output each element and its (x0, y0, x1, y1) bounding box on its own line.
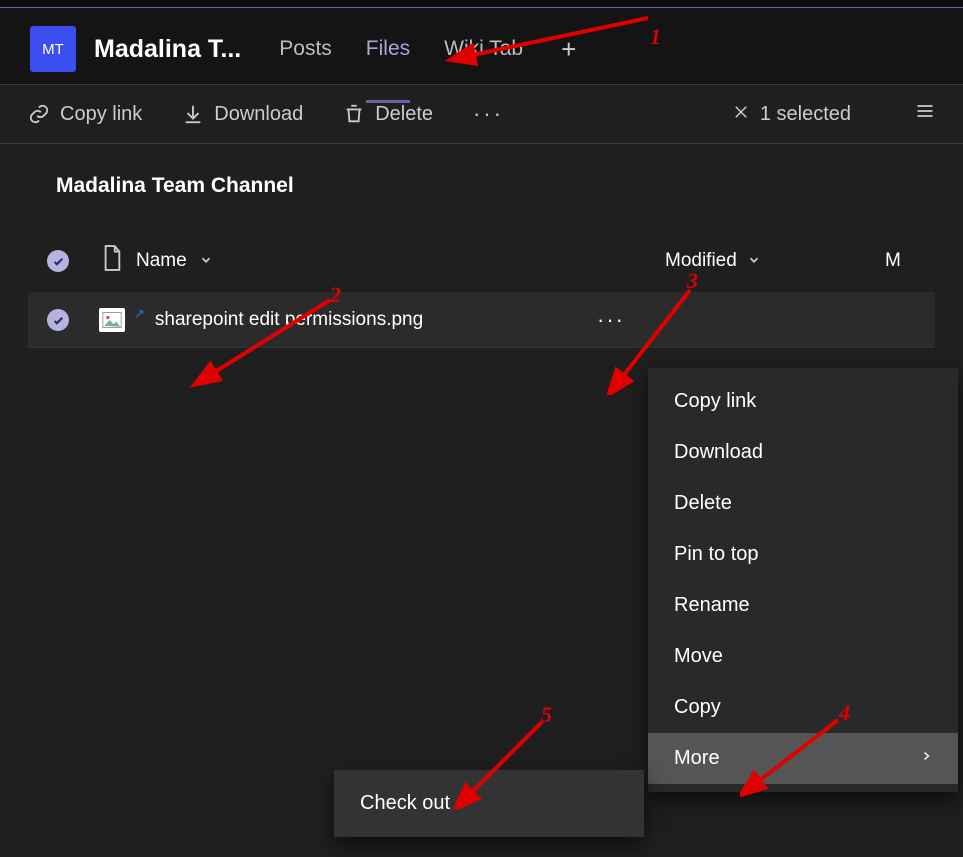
select-all-checkbox[interactable] (47, 250, 69, 272)
tab-files[interactable]: Files (366, 37, 410, 81)
menu-rename[interactable]: Rename (648, 580, 958, 631)
menu-label: Rename (674, 594, 750, 617)
annotation-number-4: 4 (839, 700, 850, 726)
tab-wiki[interactable]: Wiki Tab (444, 37, 523, 81)
menu-label: More (674, 747, 720, 770)
row-more-actions-button[interactable]: ··· (587, 307, 635, 333)
menu-more[interactable]: More (648, 733, 958, 784)
ellipsis-icon: ··· (473, 101, 504, 127)
file-list-pane: Madalina Team Channel Name Modified M (0, 144, 963, 348)
column-modified-label: Modified (665, 250, 737, 272)
file-toolbar: Copy link Download Delete ··· 1 selected (0, 84, 963, 144)
menu-delete[interactable]: Delete (648, 478, 958, 529)
file-table-header: Name Modified M (28, 230, 935, 293)
table-row[interactable]: ↗ sharepoint edit permissions.png ··· (28, 293, 935, 348)
annotation-number-2: 2 (330, 282, 341, 308)
selection-indicator[interactable]: 1 selected (732, 101, 851, 127)
menu-copy[interactable]: Copy (648, 682, 958, 733)
add-tab-button[interactable]: + (557, 34, 580, 65)
close-icon[interactable] (732, 101, 750, 127)
chevron-right-icon (920, 748, 932, 769)
delete-label: Delete (375, 103, 433, 126)
channel-header: MT Madalina T... Posts Files Wiki Tab + (0, 8, 963, 84)
menu-copy-link[interactable]: Copy link (648, 376, 958, 427)
menu-label: Copy (674, 696, 721, 719)
column-header-modified[interactable]: Modified (665, 250, 885, 272)
column-header-name[interactable]: Name (136, 250, 665, 272)
file-name[interactable]: sharepoint edit permissions.png (155, 309, 423, 331)
submenu-check-out[interactable]: Check out (334, 776, 644, 831)
link-icon (28, 103, 50, 125)
copy-link-button[interactable]: Copy link (28, 103, 142, 126)
menu-label: Pin to top (674, 543, 759, 566)
image-file-icon (99, 308, 125, 332)
file-type-icon-placeholder (101, 244, 123, 278)
delete-icon (343, 103, 365, 125)
menu-label: Download (674, 441, 763, 464)
menu-label: Copy link (674, 390, 756, 413)
share-indicator-icon: ↗ (134, 306, 145, 322)
menu-label: Move (674, 645, 723, 668)
annotation-number-3: 3 (687, 268, 698, 294)
channel-folder-title: Madalina Team Channel (56, 174, 935, 198)
column-name-label: Name (136, 250, 187, 272)
delete-button[interactable]: Delete (343, 103, 433, 126)
toolbar-overflow-icon[interactable] (915, 101, 935, 127)
menu-pin-to-top[interactable]: Pin to top (648, 529, 958, 580)
column-header-modified-by[interactable]: M (885, 250, 935, 272)
chevron-down-icon (199, 253, 213, 270)
file-context-submenu: Check out (334, 770, 644, 837)
chevron-down-icon (747, 253, 761, 270)
annotation-number-5: 5 (541, 702, 552, 728)
window-top-border (0, 0, 963, 8)
copy-link-label: Copy link (60, 103, 142, 126)
selection-text: 1 selected (760, 103, 851, 126)
menu-move[interactable]: Move (648, 631, 958, 682)
annotation-number-1: 1 (650, 24, 661, 50)
menu-label: Delete (674, 492, 732, 515)
download-button[interactable]: Download (182, 103, 303, 126)
toolbar-more-button[interactable]: ··· (473, 101, 504, 127)
file-context-menu: Copy link Download Delete Pin to top Ren… (648, 368, 958, 792)
download-label: Download (214, 103, 303, 126)
download-icon (182, 103, 204, 125)
team-title: Madalina T... (94, 35, 241, 64)
channel-tabs: Posts Files Wiki Tab + (279, 34, 580, 65)
tab-posts[interactable]: Posts (279, 37, 332, 81)
menu-label: Check out (360, 792, 450, 815)
row-checkbox[interactable] (47, 309, 69, 331)
team-avatar: MT (30, 26, 76, 72)
menu-download[interactable]: Download (648, 427, 958, 478)
